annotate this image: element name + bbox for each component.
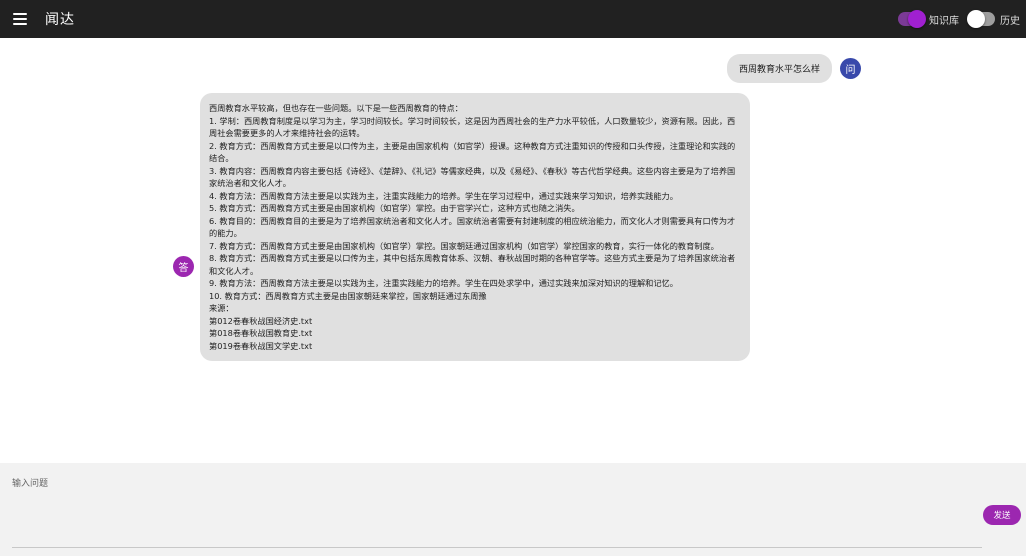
answer-line: 7. 教育方式：西周教育方式主要是由国家机构（如官学）掌控。国家朝廷通过国家机构…	[209, 240, 719, 251]
question-avatar: 问	[840, 58, 861, 79]
answer-line: 5. 教育方式：西周教育方式主要是由国家机构（如官学）掌控。由于官学兴亡，这种方…	[209, 203, 580, 213]
knowledge-base-switch[interactable]	[898, 10, 926, 28]
input-area: 输入问题 发送	[0, 463, 1026, 556]
answer-bubble: 西周教育水平较高，但也存在一些问题。以下是一些西周教育的特点： 1. 学制：西周教…	[200, 93, 750, 361]
answer-line: 第012卷春秋战国经济史.txt	[209, 315, 313, 326]
question-input[interactable]	[12, 547, 982, 548]
answer-line: 10. 教育方式：西周教育方式主要是由国家朝廷来掌控，国家朝廷通过东周豫	[209, 290, 487, 301]
history-toggle[interactable]: 历史	[967, 10, 1020, 28]
answer-line: 来源：	[209, 303, 234, 313]
app-bar: 闻达 知识库 历史	[0, 0, 1026, 38]
answer-line: 第018卷春秋战国教育史.txt	[209, 328, 313, 338]
question-row: 西周教育水平怎么样 问	[726, 54, 861, 83]
answer-line: 8. 教育方式：西周教育方式主要是以口传为主，其中包括东周教育体系、汉朝、春秋战…	[209, 253, 736, 276]
question-bubble: 西周教育水平怎么样	[726, 54, 832, 83]
menu-icon[interactable]	[13, 13, 27, 25]
toggle-group: 知识库 历史	[888, 10, 1020, 28]
knowledge-base-label: 知识库	[929, 15, 959, 27]
history-switch[interactable]	[967, 10, 995, 28]
answer-line: 2. 教育方式：西周教育方式主要是以口传为主，主要是由国家机构（如官学）授课。这…	[209, 140, 736, 164]
answer-line: 4. 教育方法：西周教育方法主要是以实践为主，注重实践能力的培养。学生在学习过程…	[209, 190, 678, 201]
question-input-label: 输入问题	[12, 479, 49, 489]
chat-area: 西周教育水平怎么样 问 答 西周教育水平较高，但也存在一些问题。以下是一些西周教…	[0, 38, 1026, 462]
answer-line: 6. 教育目的：西周教育目的主要是为了培养国家统治者和文化人才。国家统治者需要有…	[209, 215, 736, 239]
answer-line: 9. 教育方法：西周教育方法主要是以实践为主，注重实践能力的培养。学生在四处求学…	[209, 278, 678, 288]
answer-line: 第019卷春秋战国文学史.txt	[209, 340, 313, 351]
knowledge-base-toggle[interactable]: 知识库	[898, 10, 959, 28]
answer-avatar: 答	[173, 256, 194, 277]
answer-line: 3. 教育内容：西周教育内容主要包括《诗经》、《楚辞》、《礼记》等儒家经典，以及…	[209, 165, 736, 189]
answer-line: 西周教育水平较高，但也存在一些问题。以下是一些西周教育的特点：	[209, 103, 463, 113]
history-label: 历史	[1000, 15, 1020, 27]
send-button[interactable]: 发送	[983, 505, 1021, 525]
answer-line: 1. 学制：西周教育制度是以学习为主，学习时间较长。学习时间较长，这是因为西周社…	[209, 115, 736, 139]
app-title: 闻达	[45, 12, 75, 28]
